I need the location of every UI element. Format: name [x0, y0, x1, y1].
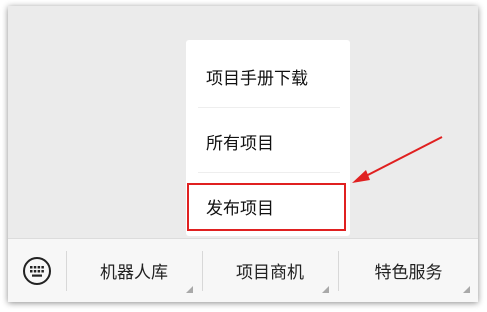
menu-item-all-projects[interactable]: 所有项目	[186, 109, 350, 173]
menu-item-manual-download[interactable]: 项目手册下载	[186, 44, 350, 108]
bottom-menu-bar: 机器人库 项目商机 特色服务	[8, 238, 478, 302]
tab-label: 机器人库	[100, 262, 168, 283]
submenu-indicator-icon	[463, 286, 470, 293]
tab-robot-library[interactable]: 机器人库	[67, 239, 201, 301]
menu-divider	[198, 107, 340, 108]
tab-featured-services[interactable]: 特色服务	[339, 239, 478, 301]
menu-item-label: 发布项目	[206, 198, 274, 219]
tab-project-opportunities[interactable]: 项目商机	[203, 239, 337, 301]
keyboard-icon[interactable]	[22, 256, 52, 286]
annotation-arrow	[352, 136, 443, 183]
menu-divider	[198, 172, 340, 173]
popup-menu: 项目手册下载 所有项目 发布项目	[186, 40, 350, 236]
menu-item-label: 所有项目	[206, 133, 274, 154]
submenu-indicator-icon	[186, 286, 193, 293]
submenu-indicator-icon	[322, 286, 329, 293]
tab-label: 项目商机	[236, 262, 304, 283]
menu-item-label: 项目手册下载	[206, 68, 308, 89]
menu-item-publish-project[interactable]: 发布项目	[186, 174, 350, 238]
tab-label: 特色服务	[374, 262, 443, 283]
